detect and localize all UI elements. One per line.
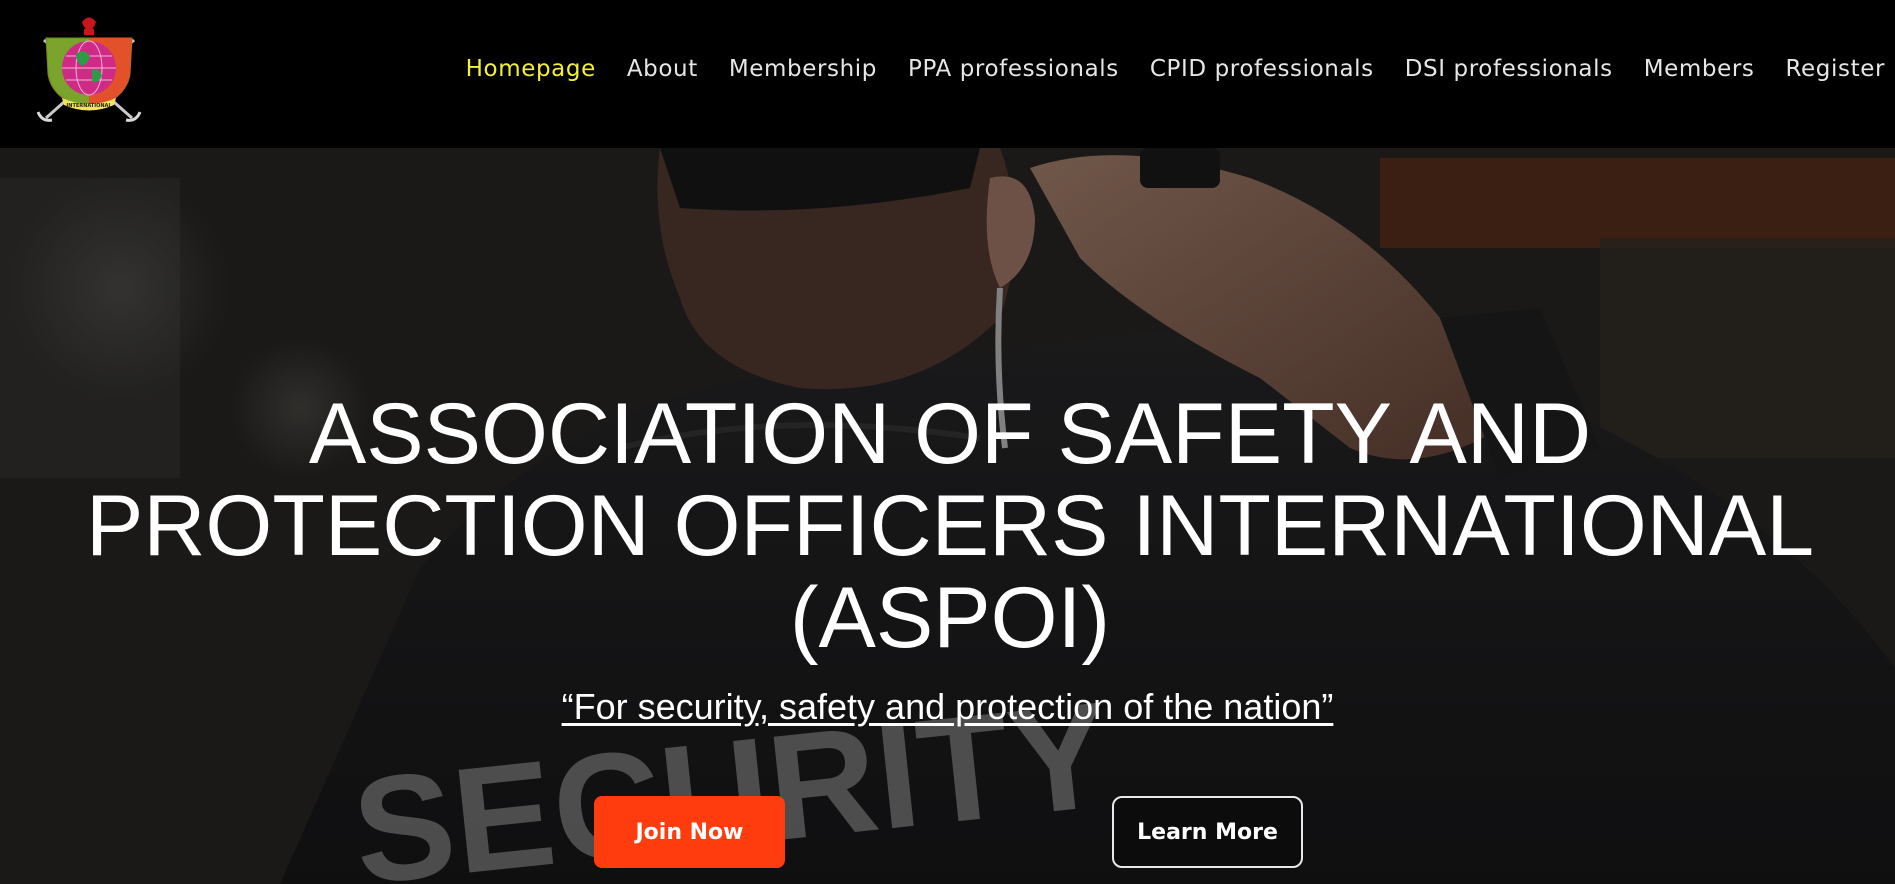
hero-title-line-1: ASSOCIATION OF SAFETY AND [308, 386, 1592, 482]
nav-ppa-professionals[interactable]: PPA professionals [908, 56, 1119, 82]
nav-dsi-professionals[interactable]: DSI professionals [1405, 56, 1613, 82]
logo-banner-text: INTERNATIONAL [66, 103, 112, 109]
join-now-button[interactable]: Join Now [594, 796, 785, 868]
main-nav: Homepage About Membership PPA profession… [466, 56, 1885, 82]
hero-tagline: “For security, safety and protection of … [561, 686, 1334, 727]
nav-membership[interactable]: Membership [729, 56, 877, 82]
hero-title: ASSOCIATION OF SAFETY AND PROTECTION OFF… [60, 388, 1840, 664]
hero-title-line-2: PROTECTION OFFICERS INTERNATIONAL [85, 478, 1815, 574]
site-header: INTERNATIONAL Homepage About Membership … [0, 0, 1895, 148]
learn-more-button[interactable]: Learn More [1112, 796, 1303, 868]
hero-title-line-3: (ASPOI) [789, 570, 1111, 666]
hero-section: SECURITY ASSOCIATION OF SAFETY AND PROTE… [0, 148, 1895, 884]
nav-members[interactable]: Members [1644, 56, 1755, 82]
aspoi-logo[interactable]: INTERNATIONAL [32, 12, 146, 126]
nav-register[interactable]: Register [1786, 56, 1886, 82]
nav-homepage[interactable]: Homepage [466, 56, 596, 82]
nav-about[interactable]: About [627, 56, 698, 82]
nav-cpid-professionals[interactable]: CPID professionals [1150, 56, 1374, 82]
